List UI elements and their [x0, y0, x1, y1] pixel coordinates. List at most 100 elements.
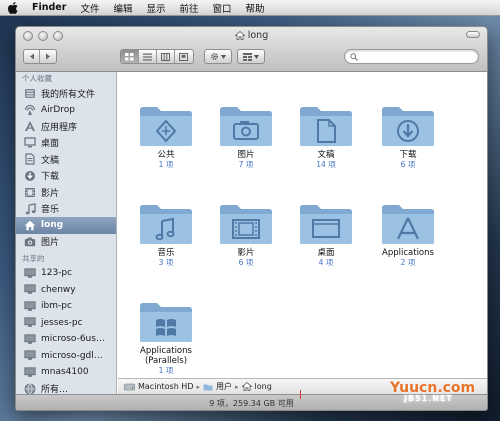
folder-documents[interactable]: 文稿 14 项 [286, 104, 366, 169]
sidebar-item-label: ibm-pc [41, 301, 72, 312]
sidebar-item-home[interactable]: long [16, 217, 116, 234]
sidebar-item-shared-123-pc[interactable]: 123-pc [16, 265, 116, 282]
list-view-button[interactable] [139, 50, 157, 63]
action-menu-cell [205, 50, 231, 63]
sidebar-item-desktop[interactable]: 桌面 [16, 135, 116, 152]
path-segment-disk[interactable]: Macintosh HD [138, 382, 193, 391]
folder-icon [203, 384, 213, 390]
folder-name: 影片 [237, 248, 255, 258]
chevron-right-icon [46, 53, 51, 60]
sidebar-item-airdrop[interactable]: AirDrop [16, 102, 116, 119]
toolbar-toggle-button[interactable] [466, 31, 480, 38]
path-segment-users[interactable]: 用户 [216, 381, 232, 392]
folder-name: 桌面 [317, 248, 335, 258]
path-separator-icon: ▸ [196, 382, 200, 391]
search-icon [350, 52, 358, 61]
cover-flow-button[interactable] [175, 50, 193, 63]
folder-applications-parallels[interactable]: Applications (Parallels) 1 项 [126, 300, 206, 375]
arrange-menu-button[interactable] [237, 49, 265, 64]
sidebar-item-downloads[interactable]: 下载 [16, 168, 116, 185]
sidebar-item-label: jesses-pc [41, 317, 83, 328]
folder-name: 音乐 [157, 248, 175, 258]
search-field[interactable] [344, 49, 479, 64]
sidebar-item-movies[interactable]: 影片 [16, 184, 116, 201]
forward-button[interactable] [40, 50, 56, 63]
sidebar-item-label: microso-gdl… [41, 350, 103, 361]
menu-go[interactable]: 前往 [179, 1, 198, 15]
sidebar-item-shared-microso-6us[interactable]: microso-6us… [16, 331, 116, 348]
list-icon [143, 53, 152, 60]
app-name[interactable]: Finder [32, 2, 66, 13]
sidebar-item-applications[interactable]: 应用程序 [16, 118, 116, 135]
documents-folder-icon [300, 107, 352, 146]
window-title-text: long [247, 30, 269, 41]
folder-item-count: 7 项 [238, 160, 254, 169]
title-bar[interactable]: long [16, 27, 487, 72]
sidebar-item-label: AirDrop [41, 104, 76, 115]
sidebar-item-label: 影片 [41, 188, 60, 199]
menu-edit[interactable]: 编辑 [113, 1, 132, 15]
sidebar-heading-favorites: 个人收藏 [22, 74, 52, 83]
folder-item-count: 14 项 [316, 160, 336, 169]
folder-music[interactable]: 音乐 3 项 [126, 202, 206, 267]
menu-help[interactable]: 帮助 [246, 1, 265, 15]
back-button[interactable] [24, 50, 41, 63]
folder-name: 公共 [157, 150, 175, 160]
applications-icon [24, 120, 36, 132]
column-view-button[interactable] [157, 50, 175, 63]
search-input[interactable] [361, 51, 471, 62]
monitor-icon [24, 300, 36, 312]
sidebar-item-shared-mnas4100[interactable]: mnas4100 [16, 364, 116, 381]
menu-file[interactable]: 文件 [80, 1, 99, 15]
sidebar-item-shared-jesses-pc[interactable]: jesses-pc [16, 315, 116, 332]
hard-drive-icon [124, 383, 135, 390]
sidebar-item-shared-chenwy[interactable]: chenwy [16, 282, 116, 299]
sidebar-item-label: 我的所有文件 [41, 89, 96, 100]
movies-icon [24, 186, 36, 198]
sidebar-item-shared-microso-gdl[interactable]: microso-gdl… [16, 348, 116, 365]
arrange-menu-cell [238, 50, 264, 63]
folder-name: 下载 [399, 150, 417, 160]
sidebar-item-shared-ibm-pc[interactable]: ibm-pc [16, 298, 116, 315]
sidebar-item-label: 下载 [41, 172, 60, 183]
sidebar-item-pictures[interactable]: 图片 [16, 234, 116, 251]
monitor-icon [24, 284, 36, 296]
applications-folder-icon [382, 205, 434, 244]
network-icon [24, 383, 36, 395]
icon-view-button[interactable] [121, 50, 139, 63]
action-menu-button[interactable] [204, 49, 232, 64]
sidebar-item-all-files[interactable]: 我的所有文件 [16, 85, 116, 102]
camera-icon [24, 236, 36, 248]
menu-view[interactable]: 显示 [146, 1, 165, 15]
menu-bar: Finder 文件 编辑 显示 前往 窗口 帮助 [0, 0, 500, 16]
folder-movies[interactable]: 影片 6 项 [206, 202, 286, 267]
cover-flow-icon [179, 52, 189, 61]
folder-downloads[interactable]: 下载 6 项 [368, 104, 448, 169]
watermark: Yuucn.com JB51.NET [390, 380, 475, 403]
chevron-down-icon [221, 54, 226, 59]
sidebar-item-label: mnas4100 [41, 367, 89, 378]
cursor-marker [300, 390, 301, 399]
window-title: long [16, 30, 487, 41]
sidebar-heading-shared: 共享的 [22, 254, 45, 263]
sidebar-item-label: long [41, 220, 64, 231]
apple-menu-icon[interactable] [8, 1, 20, 14]
menu-window[interactable]: 窗口 [213, 1, 232, 15]
folder-pictures[interactable]: 图片 7 项 [206, 104, 286, 169]
folder-name: 图片 [237, 150, 255, 160]
folder-applications[interactable]: Applications 2 项 [368, 202, 448, 267]
all-files-icon [24, 87, 36, 99]
folder-item-count: 1 项 [158, 366, 174, 375]
monitor-icon [24, 267, 36, 279]
path-segment-home[interactable]: long [255, 382, 272, 391]
sidebar-item-documents[interactable]: 文稿 [16, 151, 116, 168]
folder-public[interactable]: 公共 1 项 [126, 104, 206, 169]
folder-item-count: 3 项 [158, 258, 174, 267]
documents-icon [24, 153, 36, 165]
sidebar-item-label: 应用程序 [41, 122, 78, 133]
folder-desktop[interactable]: 桌面 4 项 [286, 202, 366, 267]
sidebar-item-music[interactable]: 音乐 [16, 201, 116, 218]
downloads-folder-icon [382, 107, 434, 146]
folder-item-count: 4 项 [318, 258, 334, 267]
monitor-icon [24, 333, 36, 345]
